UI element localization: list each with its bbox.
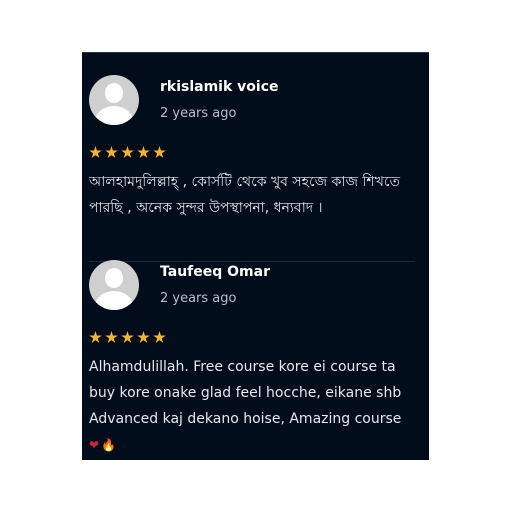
avatar-head	[105, 268, 123, 288]
review-date: 2 years ago	[160, 291, 237, 306]
fire-emoji-icon: 🔥	[101, 438, 117, 452]
star-rating	[89, 329, 169, 345]
avatar	[89, 75, 139, 125]
star-icon	[137, 146, 150, 158]
avatar	[89, 260, 139, 310]
star-icon	[89, 331, 102, 343]
reviews-panel: rkislamik voice 2 years ago আলহামদুলিল্ল…	[82, 52, 429, 460]
avatar-body	[95, 106, 133, 125]
avatar-head	[105, 83, 123, 103]
heart-emoji-icon: ❤	[89, 438, 100, 452]
divider	[89, 261, 415, 262]
star-icon	[153, 331, 166, 343]
star-icon	[121, 146, 134, 158]
review-text: Alhamdulillah. Free course kore ei cours…	[89, 354, 422, 458]
star-icon	[105, 146, 118, 158]
star-icon	[137, 331, 150, 343]
star-icon	[121, 331, 134, 343]
reviewer-name: rkislamik voice	[160, 79, 279, 95]
avatar-body	[95, 291, 133, 310]
star-icon	[89, 146, 102, 158]
star-icon	[153, 146, 166, 158]
review-date: 2 years ago	[160, 106, 237, 121]
reviewer-name: Taufeeq Omar	[160, 264, 270, 280]
star-icon	[105, 331, 118, 343]
review-text: আলহামদুলিল্লাহ্ , কোর্সটি থেকে খুব সহজে …	[89, 174, 401, 216]
star-rating	[89, 144, 169, 160]
review-text-body: Alhamdulillah. Free course kore ei cours…	[89, 359, 402, 427]
